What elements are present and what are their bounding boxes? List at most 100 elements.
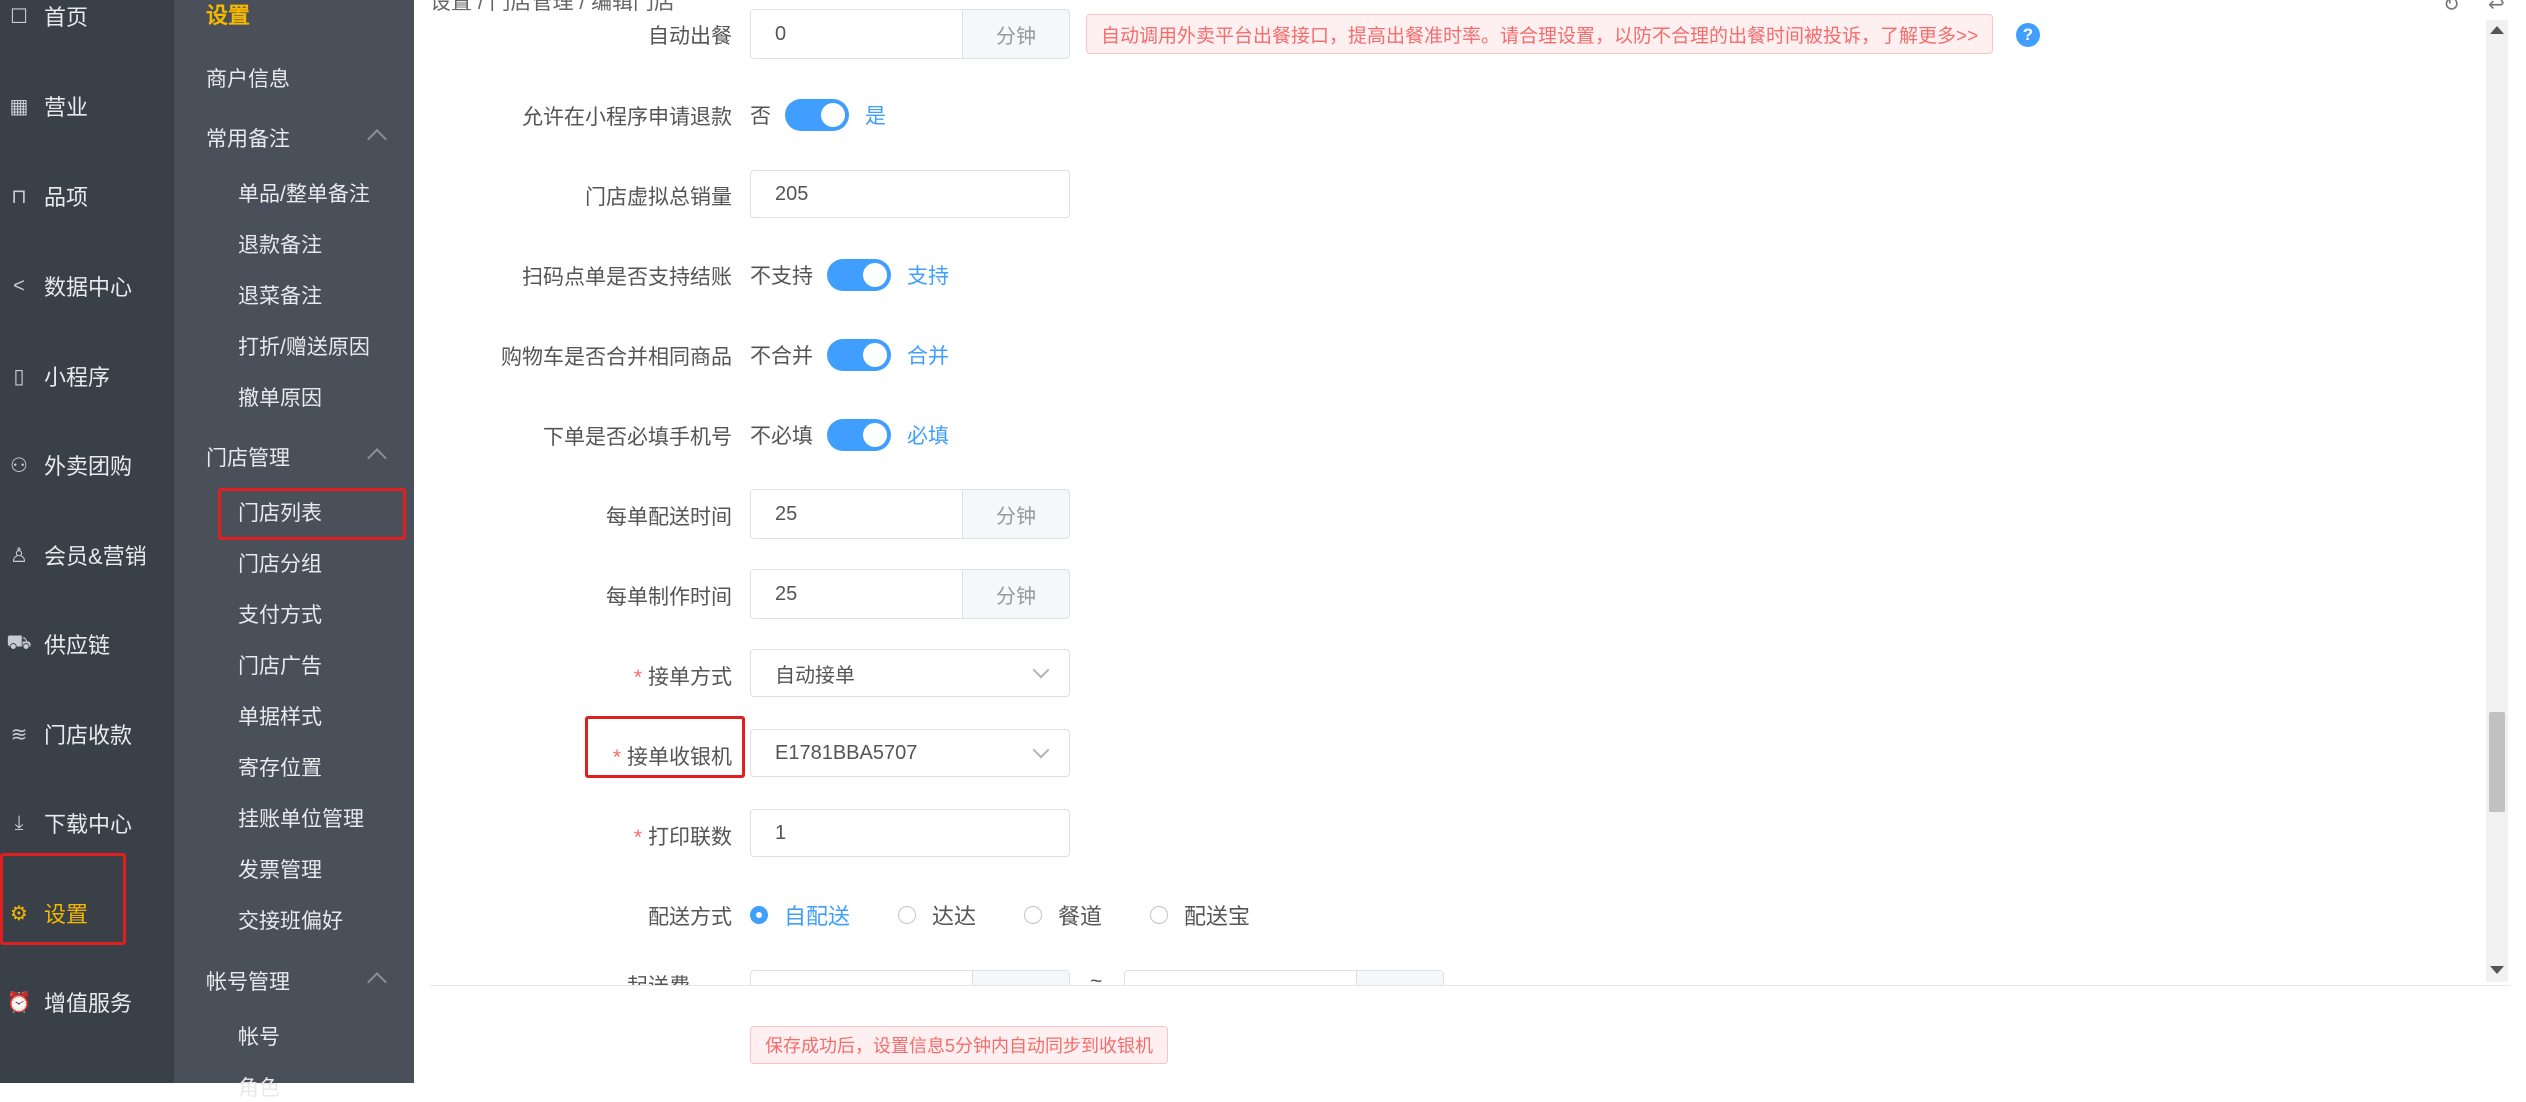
auto-out-label: 自动出餐 xyxy=(648,25,732,48)
calendar-icon: ▦ xyxy=(9,95,29,118)
accept-mode-select[interactable]: 自动接单 xyxy=(750,649,1070,697)
make-time-value[interactable]: 25 xyxy=(751,570,962,618)
help-icon[interactable]: ? xyxy=(2016,23,2040,47)
database-icon: ≋ xyxy=(10,723,28,746)
menu-notes-item[interactable]: 退款备注 xyxy=(238,229,322,259)
menu-account-item[interactable]: 帐号 xyxy=(238,1021,280,1051)
print-copies-input[interactable]: 1 xyxy=(750,809,1070,857)
delivery-fee-min-suffix xyxy=(972,971,1069,985)
radio-peisongbao[interactable]: 配送宝 xyxy=(1150,899,1250,931)
radio-icon[interactable] xyxy=(898,906,917,924)
virtual-sales-input[interactable]: 205 xyxy=(750,170,1070,218)
menu-account-item[interactable]: 角色 xyxy=(238,1072,280,1102)
radio-label: 达达 xyxy=(932,904,977,929)
bag-icon: ⊓ xyxy=(11,185,27,208)
nav-download[interactable]: ⤓ 下载中心 xyxy=(0,793,174,853)
scan-checkout-switch[interactable] xyxy=(827,259,891,291)
nav-items[interactable]: ⊓ 品项 xyxy=(0,166,174,226)
nav-data-center[interactable]: < 数据中心 xyxy=(0,256,174,316)
refund-mini-row: 否 是 xyxy=(750,99,886,131)
scroll-down-arrow-icon[interactable] xyxy=(2490,966,2504,974)
required-mark: * xyxy=(633,666,642,689)
delivery-fee-min-input[interactable] xyxy=(750,970,1070,985)
radio-self-delivery[interactable]: 自配送 xyxy=(750,899,850,931)
auto-out-suffix: 分钟 xyxy=(962,10,1069,58)
phone-icon: ▯ xyxy=(13,365,25,388)
menu-store-item[interactable]: 支付方式 xyxy=(238,599,322,629)
menu-notes-item[interactable]: 退菜备注 xyxy=(238,280,322,310)
menu-notes-item[interactable]: 单品/整单备注 xyxy=(238,178,370,208)
radio-candao[interactable]: 餐道 xyxy=(1024,899,1102,931)
scrollbar-track[interactable] xyxy=(2486,20,2508,982)
menu-store-item[interactable]: 交接班偏好 xyxy=(238,905,343,935)
phone-required-label: 下单是否必填手机号 xyxy=(543,426,732,449)
download-icon: ⤓ xyxy=(14,811,24,834)
virtual-sales-label: 门店虚拟总销量 xyxy=(585,186,732,209)
nav-supply-chain-label: 供应链 xyxy=(44,633,111,658)
delivery-mode-label: 配送方式 xyxy=(648,906,732,929)
chevron-up-icon[interactable] xyxy=(367,972,387,992)
menu-store-item[interactable]: 寄存位置 xyxy=(238,752,322,782)
auto-out-value[interactable]: 0 xyxy=(751,10,962,58)
nav-settings[interactable]: ⚙ 设置 xyxy=(0,883,174,943)
cart-merge-label: 购物车是否合并相同商品 xyxy=(501,346,732,369)
phone-required-switch[interactable] xyxy=(827,419,891,451)
menu-group-account[interactable]: 帐号管理 xyxy=(206,966,290,996)
menu-store-item[interactable]: 发票管理 xyxy=(238,854,322,884)
required-mark: * xyxy=(633,826,642,849)
menu-group-notes[interactable]: 常用备注 xyxy=(206,123,290,153)
radio-label: 自配送 xyxy=(784,904,851,929)
menu-group-store[interactable]: 门店管理 xyxy=(206,442,290,472)
nav-mini-program-label: 小程序 xyxy=(44,365,111,390)
nav-mini-program[interactable]: ▯ 小程序 xyxy=(0,346,174,406)
radio-checked-icon[interactable] xyxy=(750,906,768,924)
menu-store-item[interactable]: 门店分组 xyxy=(238,548,322,578)
make-time-suffix: 分钟 xyxy=(962,570,1069,618)
menu-store-item[interactable]: 门店广告 xyxy=(238,650,322,680)
delivery-fee-max-input[interactable] xyxy=(1124,970,1444,985)
cart-merge-switch[interactable] xyxy=(827,339,891,371)
radio-dada[interactable]: 达达 xyxy=(898,899,976,931)
nav-settings-label: 设置 xyxy=(44,902,89,927)
chevron-up-icon[interactable] xyxy=(367,448,387,468)
nav-data-center-label: 数据中心 xyxy=(44,275,133,300)
nav-member-label: 会员&营销 xyxy=(44,544,147,569)
make-time-input[interactable]: 25 分钟 xyxy=(750,569,1070,619)
home-icon: ☐ xyxy=(10,5,28,28)
cart-merge-row: 不合并 合并 xyxy=(750,339,949,371)
nav-home[interactable]: ☐ 首页 xyxy=(0,0,174,46)
scan-checkout-row: 不支持 支持 xyxy=(750,259,949,291)
scroll-up-arrow-icon[interactable] xyxy=(2490,26,2504,34)
back-icon[interactable]: ↩ xyxy=(2488,0,2510,16)
scrollbar-thumb[interactable] xyxy=(2489,712,2505,812)
auto-out-input[interactable]: 0 分钟 xyxy=(750,9,1070,59)
radio-icon[interactable] xyxy=(1150,906,1169,924)
menu-store-item[interactable]: 单据样式 xyxy=(238,701,322,731)
nav-value-added[interactable]: ⏰ 增值服务 xyxy=(0,972,174,1032)
print-copies-label-text: 打印联数 xyxy=(648,826,732,849)
delivery-time-value[interactable]: 25 xyxy=(751,490,962,538)
radio-label: 配送宝 xyxy=(1184,904,1251,929)
accept-cashier-select[interactable]: E1781BBA5707 xyxy=(750,729,1070,777)
nav-supply-chain[interactable]: ⛟ 供应链 xyxy=(0,614,174,674)
accept-cashier-label: * 接单收银机 xyxy=(613,741,732,771)
menu-notes-item[interactable]: 撤单原因 xyxy=(238,382,322,412)
menu-store-list[interactable]: 门店列表 xyxy=(238,497,322,527)
chevron-up-icon[interactable] xyxy=(367,129,387,149)
nav-takeout[interactable]: ⚇ 外卖团购 xyxy=(0,435,174,495)
nav-member[interactable]: ♙ 会员&营销 xyxy=(0,525,174,585)
delivery-time-suffix: 分钟 xyxy=(962,490,1069,538)
refund-mini-switch[interactable] xyxy=(785,99,849,131)
accept-mode-label: * 接单方式 xyxy=(634,661,732,691)
nav-business[interactable]: ▦ 营业 xyxy=(0,76,174,136)
nav-value-added-label: 增值服务 xyxy=(44,991,133,1016)
auto-out-tip[interactable]: 自动调用外卖平台出餐接口，提高出餐准时率。请合理设置，以防不合理的出餐时间被投诉… xyxy=(1086,14,1994,54)
menu-merchant-info[interactable]: 商户信息 xyxy=(206,63,290,93)
delivery-time-input[interactable]: 25 分钟 xyxy=(750,489,1070,539)
nav-store-payment[interactable]: ≋ 门店收款 xyxy=(0,704,174,764)
footer-divider xyxy=(430,985,2510,986)
refresh-icon[interactable]: ↻ xyxy=(2443,0,2465,16)
radio-icon[interactable] xyxy=(1024,906,1043,924)
menu-store-item[interactable]: 挂账单位管理 xyxy=(238,803,364,833)
menu-notes-item[interactable]: 打折/赠送原因 xyxy=(238,331,370,361)
